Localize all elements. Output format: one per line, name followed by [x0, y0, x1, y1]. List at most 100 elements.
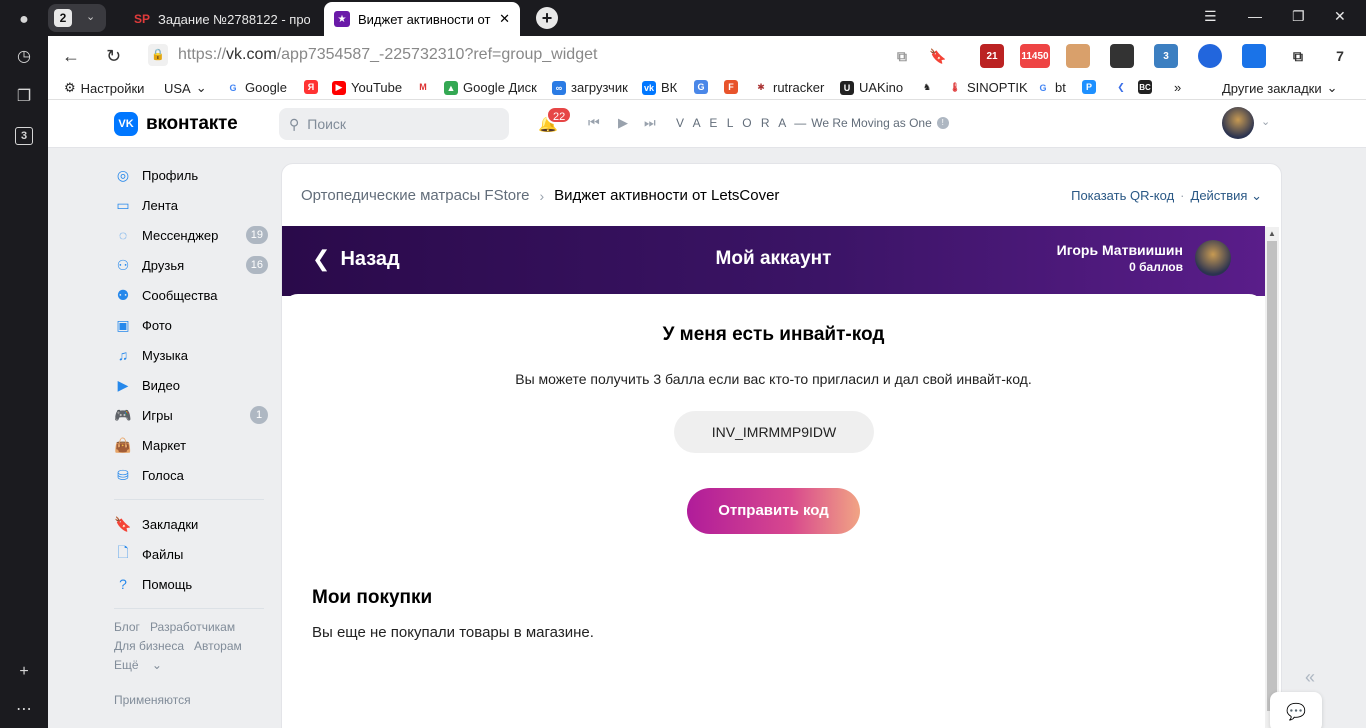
vk-logo[interactable]: VK вконтакте: [114, 112, 238, 136]
translate-icon[interactable]: ⧉: [890, 44, 914, 68]
extension-dark-icon[interactable]: [1110, 44, 1134, 68]
avatar[interactable]: [1195, 240, 1231, 276]
history-icon[interactable]: ◷: [12, 44, 36, 68]
footer-link-blog[interactable]: Блог: [114, 620, 140, 634]
profile-icon[interactable]: ●: [12, 8, 36, 32]
bookmark-arrow[interactable]: ❮: [1114, 80, 1128, 94]
bc-icon: BC: [1138, 80, 1152, 94]
footer-link-more[interactable]: Ещё ⌄: [114, 658, 162, 672]
bookmark-uakino[interactable]: U UAKino: [840, 80, 903, 95]
bookmark-bt[interactable]: Gbt: [1036, 80, 1065, 95]
menu-item-music[interactable]: ♫ Музыка: [114, 340, 268, 370]
widget-body: У меня есть инвайт-код Вы можете получит…: [282, 294, 1265, 728]
menu-item-photos[interactable]: ▣ Фото: [114, 310, 268, 340]
bookmarks-more[interactable]: »: [1174, 80, 1181, 95]
extension-shield-icon[interactable]: [1198, 44, 1222, 68]
chevron-down-icon: ⌄: [86, 11, 96, 23]
bookmark-gmail[interactable]: M: [416, 80, 430, 94]
bookmark-rutracker[interactable]: ✱ rutracker: [754, 80, 824, 95]
extension-counter-icon[interactable]: 11450: [1020, 44, 1050, 68]
show-qr-link[interactable]: Показать QR-код: [1071, 188, 1174, 204]
bookmark-translate[interactable]: G: [694, 80, 708, 94]
lock-icon[interactable]: 🔒: [148, 44, 168, 66]
footer-applied: Применяются: [114, 693, 191, 707]
bookmark-p[interactable]: P: [1082, 80, 1096, 94]
chevron-down-icon[interactable]: ⌄: [1261, 115, 1270, 128]
footer-link-business[interactable]: Для бизнеса: [114, 639, 184, 653]
bookmarks-bar: ⚙ Настройки USA ⌄ G Google Я ▶ YouTube M ▲ Go…: [48, 76, 1366, 100]
collections-icon[interactable]: ❐: [12, 84, 36, 108]
menu-divider: [114, 608, 264, 609]
menu-item-help[interactable]: ? Помощь: [114, 569, 268, 599]
menu-item-files[interactable]: 🗋 Файлы: [114, 539, 268, 569]
bookmark-settings[interactable]: ⚙ Настройки: [64, 80, 144, 96]
menu-item-votes[interactable]: ⛁ Голоса: [114, 460, 268, 490]
reload-icon[interactable]: ↻: [106, 46, 121, 67]
bookmark-usa[interactable]: USA ⌄: [164, 80, 207, 96]
invite-code-input[interactable]: [674, 411, 874, 453]
bookmark-vk[interactable]: vk ВК: [642, 80, 677, 95]
drive-icon: ▲: [444, 80, 458, 95]
menu-item-video[interactable]: ▶ Видео: [114, 370, 268, 400]
add-icon[interactable]: +: [12, 660, 36, 684]
breadcrumb-community-link[interactable]: Ортопедические матрасы FStore: [301, 187, 529, 204]
bookmark-bc[interactable]: BC: [1138, 80, 1152, 94]
now-playing[interactable]: V A E L O R A — We Re Moving as One !: [676, 116, 949, 130]
extension-calendar-icon[interactable]: 21: [980, 44, 1004, 68]
extension-avatar-icon[interactable]: [1066, 44, 1090, 68]
chevron-right-icon: ›: [539, 187, 545, 204]
scrollbar-thumb[interactable]: [1267, 241, 1277, 711]
tab-task[interactable]: SP Задание №2788122 - прос: [124, 2, 320, 36]
scroll-up-icon[interactable]: ▲: [1268, 229, 1276, 238]
url-field[interactable]: https://vk.com/app7354587_-225732310?ref…: [178, 46, 597, 64]
search-input[interactable]: ⚲ Поиск: [279, 108, 509, 140]
vk-icon: vk: [642, 80, 656, 95]
menu-item-communities[interactable]: ⚉ Сообщества: [114, 280, 268, 310]
bookmark-google-drive[interactable]: ▲ Google Диск: [444, 80, 537, 95]
actions-dropdown[interactable]: Действия ⌄: [1191, 188, 1262, 204]
bookmark-google[interactable]: G Google: [226, 80, 286, 95]
restore-icon[interactable]: ❐: [1292, 8, 1305, 25]
footer-link-authors[interactable]: Авторам: [194, 639, 242, 653]
menu-item-friends[interactable]: ⚇ Друзья 16: [114, 250, 268, 280]
extension-blue-icon[interactable]: 3: [1154, 44, 1178, 68]
back-arrow-icon[interactable]: ←: [62, 46, 80, 67]
menu-item-feed[interactable]: ▭ Лента: [114, 190, 268, 220]
chat-button[interactable]: 💬: [1270, 692, 1322, 728]
bookmark-chess[interactable]: ♞: [920, 80, 934, 94]
new-tab-button[interactable]: +: [536, 7, 558, 29]
bookmark-downloader[interactable]: ∞ загрузчик: [552, 80, 628, 95]
close-window-icon[interactable]: ✕: [1334, 8, 1346, 25]
bookmark-icon[interactable]: 🔖: [926, 44, 950, 68]
menu-item-messenger[interactable]: ◌ Мессенджер 19: [114, 220, 268, 250]
menu-item-market[interactable]: 👜 Маркет: [114, 430, 268, 460]
next-track-icon[interactable]: ⏭: [644, 115, 656, 131]
menu-icon[interactable]: ☰: [1204, 8, 1217, 25]
downloads-icon[interactable]: 7: [1328, 44, 1352, 68]
footer-link-devs[interactable]: Разработчикам: [150, 620, 235, 634]
app-favicon-icon: ★: [334, 11, 350, 27]
widget-scrollbar[interactable]: ▲: [1265, 227, 1279, 728]
more-icon[interactable]: ⋯: [12, 697, 36, 721]
send-code-button[interactable]: Отправить код: [687, 488, 860, 534]
menu-item-profile[interactable]: ◎ Профиль: [114, 160, 268, 190]
tab-count-icon[interactable]: 3: [15, 127, 33, 145]
tab-widget-active[interactable]: ★ Виджет активности от LetsCover ✕: [324, 2, 520, 36]
other-bookmarks[interactable]: Другие закладки ⌄: [1222, 80, 1338, 96]
tab-group-button[interactable]: 2 ⌄: [48, 4, 106, 32]
yandex-icon: Я: [304, 80, 318, 94]
bookmark-yandex[interactable]: Я: [304, 80, 318, 94]
avatar[interactable]: [1222, 107, 1254, 139]
collapse-icon[interactable]: «: [1305, 667, 1315, 688]
menu-item-games[interactable]: 🎮 Игры 1: [114, 400, 268, 430]
bookmark-sinoptik[interactable]: 🌡 SINOPTIK: [948, 80, 1027, 95]
close-tab-icon[interactable]: ✕: [499, 11, 510, 27]
previous-track-icon[interactable]: ⏮: [588, 115, 600, 131]
minimize-icon[interactable]: —: [1248, 8, 1262, 24]
extension-heart-icon[interactable]: [1242, 44, 1266, 68]
bookmark-youtube[interactable]: ▶ YouTube: [332, 80, 402, 95]
play-icon[interactable]: ▶: [618, 115, 628, 131]
extension-puzzle-icon[interactable]: ⧉: [1286, 44, 1310, 68]
bookmark-f[interactable]: F: [724, 80, 738, 94]
menu-item-bookmarks[interactable]: 🔖 Закладки: [114, 509, 268, 539]
